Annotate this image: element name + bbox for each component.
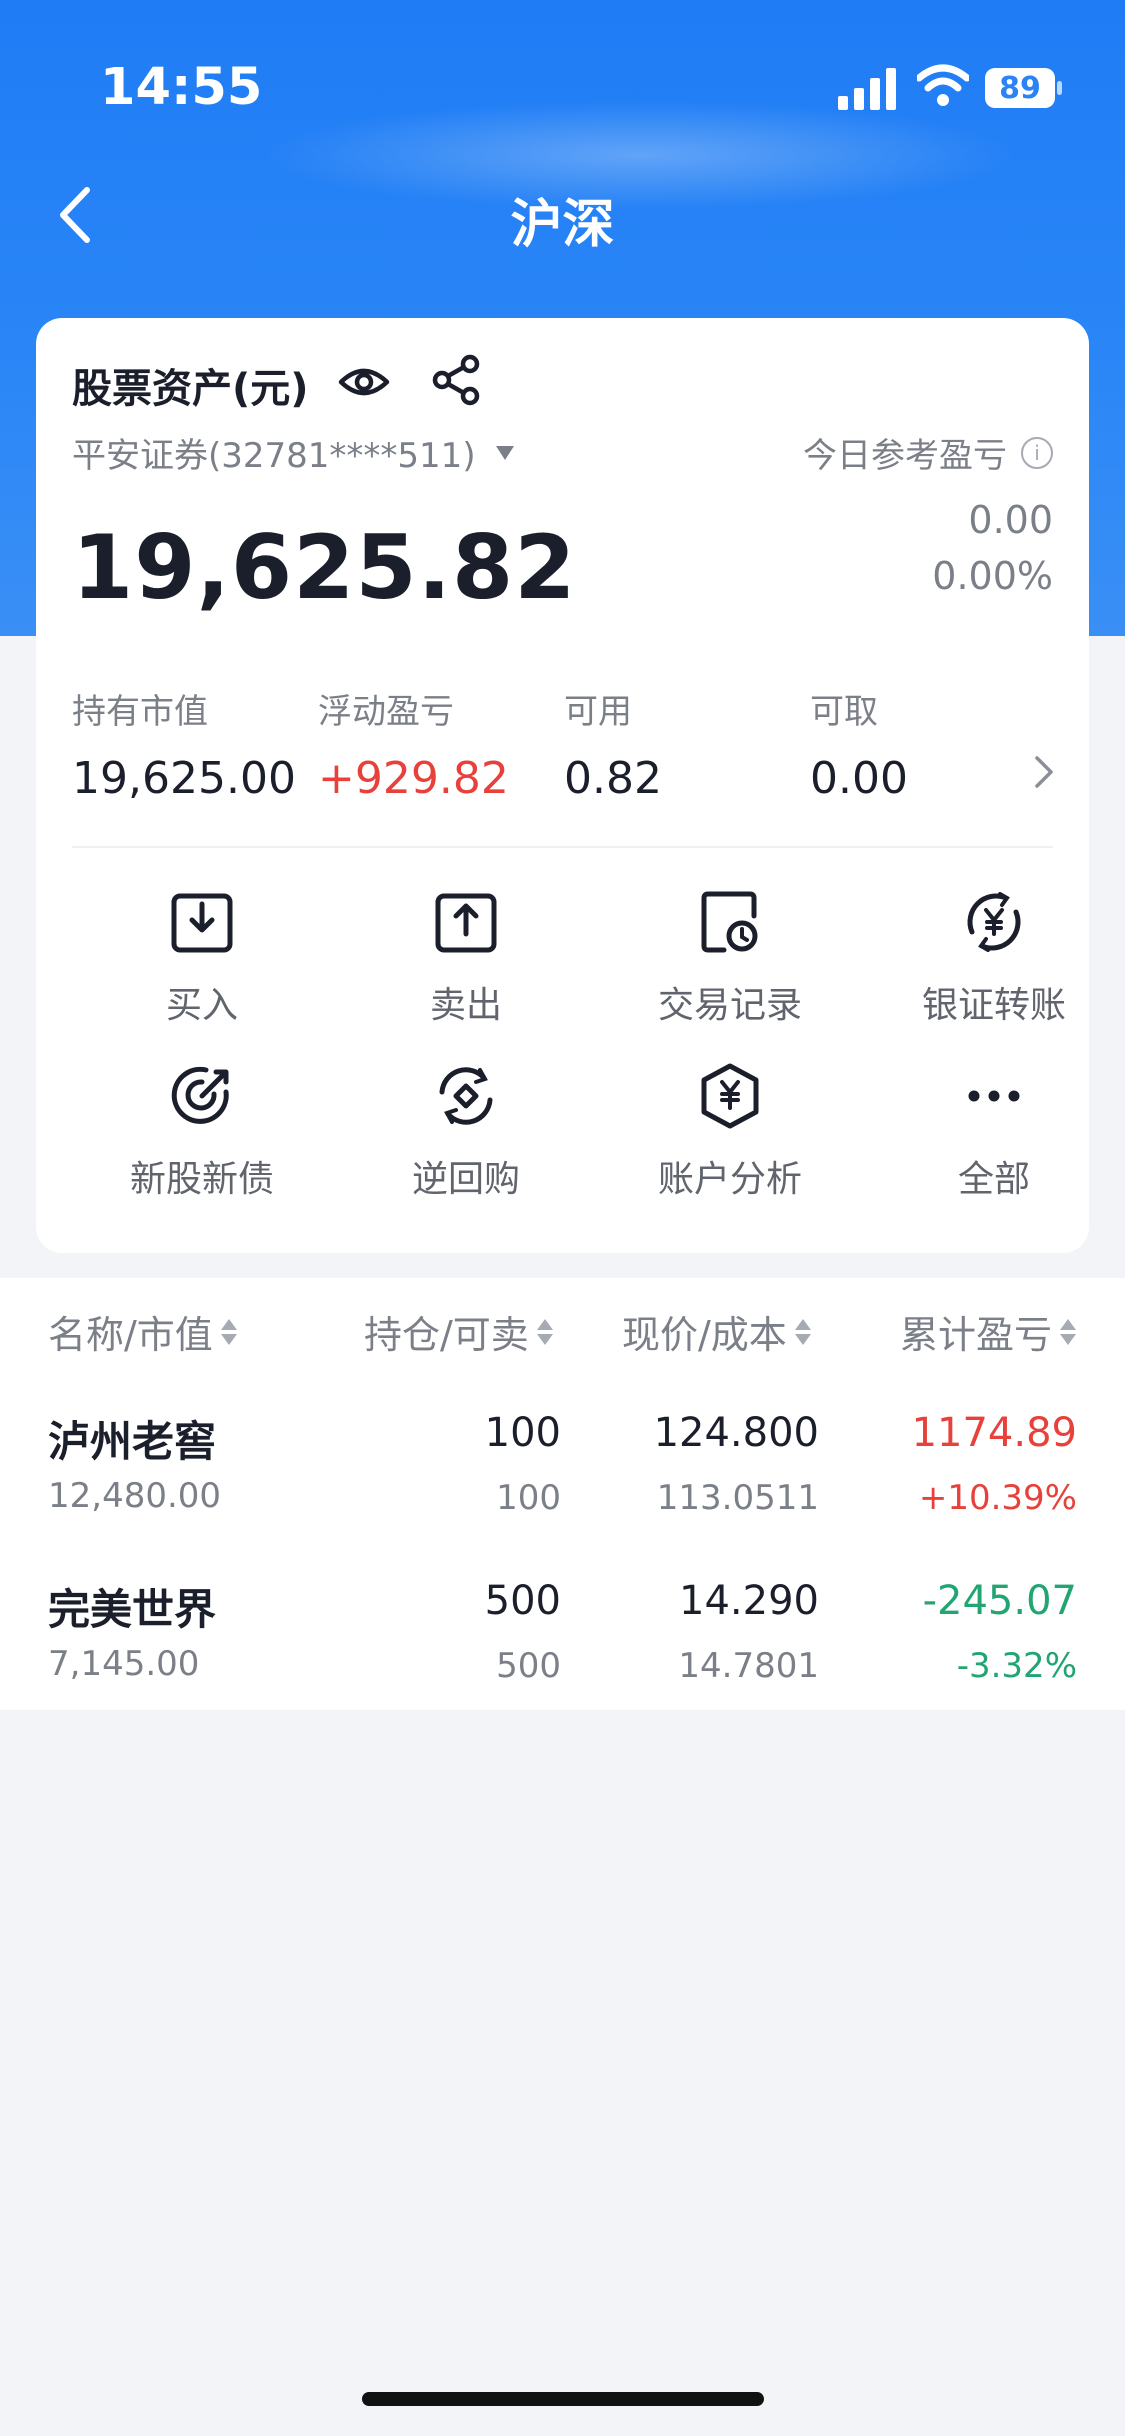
cellular-signal-icon: [838, 68, 896, 110]
sellable-qty: 100: [496, 1478, 561, 1518]
repo-icon: [439, 1067, 493, 1125]
header-label: 累计盈亏: [900, 1313, 1053, 1357]
current-price: 124.800: [653, 1410, 819, 1456]
buy-icon: [171, 893, 233, 953]
stat-floating-pnl: 浮动盈亏 +929.82: [318, 684, 509, 804]
record-icon: [701, 891, 758, 953]
header-label: 现价/成本: [622, 1313, 787, 1357]
stat-value: +929.82: [318, 753, 509, 804]
total-pnl-percent: -3.32%: [956, 1646, 1077, 1686]
holdings-table: 名称/市值 持仓/可卖 现价/成本 累计盈亏 泸州老窖 12,480.00 10…: [0, 1278, 1125, 1710]
today-pnl-percent: 0.00%: [932, 554, 1053, 598]
sort-icon: [220, 1318, 237, 1345]
total-pnl: 1174.89: [911, 1410, 1077, 1456]
stat-label: 持有市值: [72, 692, 208, 732]
stat-withdrawable: 可取 0.00: [810, 684, 908, 804]
action-all[interactable]: 全部: [862, 1062, 1125, 1202]
battery-icon: 89: [985, 68, 1065, 108]
battery-level: 89: [985, 68, 1055, 108]
stock-market-value: 12,480.00: [48, 1476, 222, 1516]
wifi-icon: [917, 64, 969, 106]
total-pnl-percent: +10.39%: [918, 1478, 1077, 1518]
action-label: 逆回购: [411, 1159, 520, 1200]
stat-value: 0.82: [564, 753, 662, 804]
transfer-icon: [967, 892, 1021, 952]
action-label: 银证转账: [921, 985, 1066, 1026]
stat-market-value: 持有市值 19,625.00: [72, 684, 296, 804]
stock-market-value: 7,145.00: [48, 1644, 200, 1684]
header-label: 名称/市值: [48, 1313, 213, 1357]
action-reverse-repo[interactable]: 逆回购: [334, 1062, 598, 1202]
sort-icon: [794, 1318, 811, 1345]
analysis-icon: [701, 1063, 759, 1129]
action-sell[interactable]: 卖出: [334, 888, 598, 1028]
header-name-value[interactable]: 名称/市值: [48, 1304, 237, 1359]
stat-value: 0.00: [810, 753, 908, 804]
ipo-icon: [171, 1066, 229, 1124]
stat-label: 可用: [564, 692, 632, 732]
action-bank-transfer[interactable]: 银证转账: [862, 888, 1125, 1028]
eye-icon[interactable]: [338, 358, 390, 406]
header-price-cost[interactable]: 现价/成本: [622, 1304, 811, 1359]
asset-title: 股票资产(元): [72, 366, 309, 412]
caret-down-icon: [495, 445, 514, 460]
holding-qty: 500: [484, 1578, 561, 1624]
info-icon: i: [1021, 436, 1053, 469]
broker-account-selector[interactable]: 平安证券(32781****511): [72, 428, 514, 477]
asset-stats[interactable]: 持有市值 19,625.00 浮动盈亏 +929.82 可用 0.82 可取 0…: [72, 684, 1057, 824]
header-total-pnl[interactable]: 累计盈亏: [900, 1304, 1077, 1359]
divider: [72, 846, 1053, 848]
header-holding-sellable[interactable]: 持仓/可卖: [364, 1304, 553, 1359]
header-label: 持仓/可卖: [364, 1313, 529, 1357]
current-price: 14.290: [679, 1578, 819, 1624]
sell-icon: [435, 893, 497, 953]
cost-price: 14.7801: [678, 1646, 819, 1686]
today-pnl-label[interactable]: 今日参考盈亏 i: [803, 428, 1053, 477]
more-icon: [968, 1090, 1020, 1102]
stat-value: 19,625.00: [72, 753, 296, 804]
action-label: 交易记录: [657, 985, 802, 1026]
sort-icon: [536, 1318, 553, 1345]
stat-label: 浮动盈亏: [318, 692, 454, 732]
today-pnl-value: 0.00: [968, 498, 1053, 542]
table-row[interactable]: 完美世界 7,145.00 500 500 14.290 14.7801 -24…: [0, 1556, 1125, 1724]
total-assets: 19,625.82: [72, 516, 577, 619]
action-label: 新股新债: [129, 1159, 274, 1200]
chevron-right-icon: [1035, 756, 1053, 788]
stock-name: 完美世界: [48, 1585, 217, 1634]
stat-available: 可用 0.82: [564, 684, 662, 804]
status-time: 14:55: [100, 58, 263, 117]
share-icon[interactable]: [432, 354, 482, 406]
action-buy[interactable]: 买入: [70, 888, 334, 1028]
stat-label: 可取: [810, 692, 878, 732]
table-row[interactable]: 泸州老窖 12,480.00 100 100 124.800 113.0511 …: [0, 1388, 1125, 1556]
holding-qty: 100: [484, 1410, 561, 1456]
action-label: 全部: [957, 1159, 1030, 1200]
asset-card: 股票资产(元) 平安证券(32781****511) 今日参考盈亏 i 19,6…: [36, 318, 1089, 1390]
broker-account: 平安证券(32781****511): [72, 436, 476, 476]
action-label: 卖出: [429, 985, 502, 1026]
total-pnl: -245.07: [922, 1578, 1077, 1624]
action-label: 账户分析: [657, 1159, 802, 1200]
action-account-analysis[interactable]: 账户分析: [598, 1062, 862, 1202]
today-pnl-label-text: 今日参考盈亏: [803, 436, 1007, 476]
sellable-qty: 500: [496, 1646, 561, 1686]
action-ipo[interactable]: 新股新债: [70, 1062, 334, 1202]
cost-price: 113.0511: [656, 1478, 819, 1518]
stock-name: 泸州老窖: [48, 1417, 217, 1466]
action-label: 买入: [165, 985, 238, 1026]
home-indicator[interactable]: [362, 2392, 764, 2406]
sort-icon: [1060, 1318, 1077, 1345]
action-trade-records[interactable]: 交易记录: [598, 888, 862, 1028]
page-title: 沪深: [510, 195, 615, 255]
